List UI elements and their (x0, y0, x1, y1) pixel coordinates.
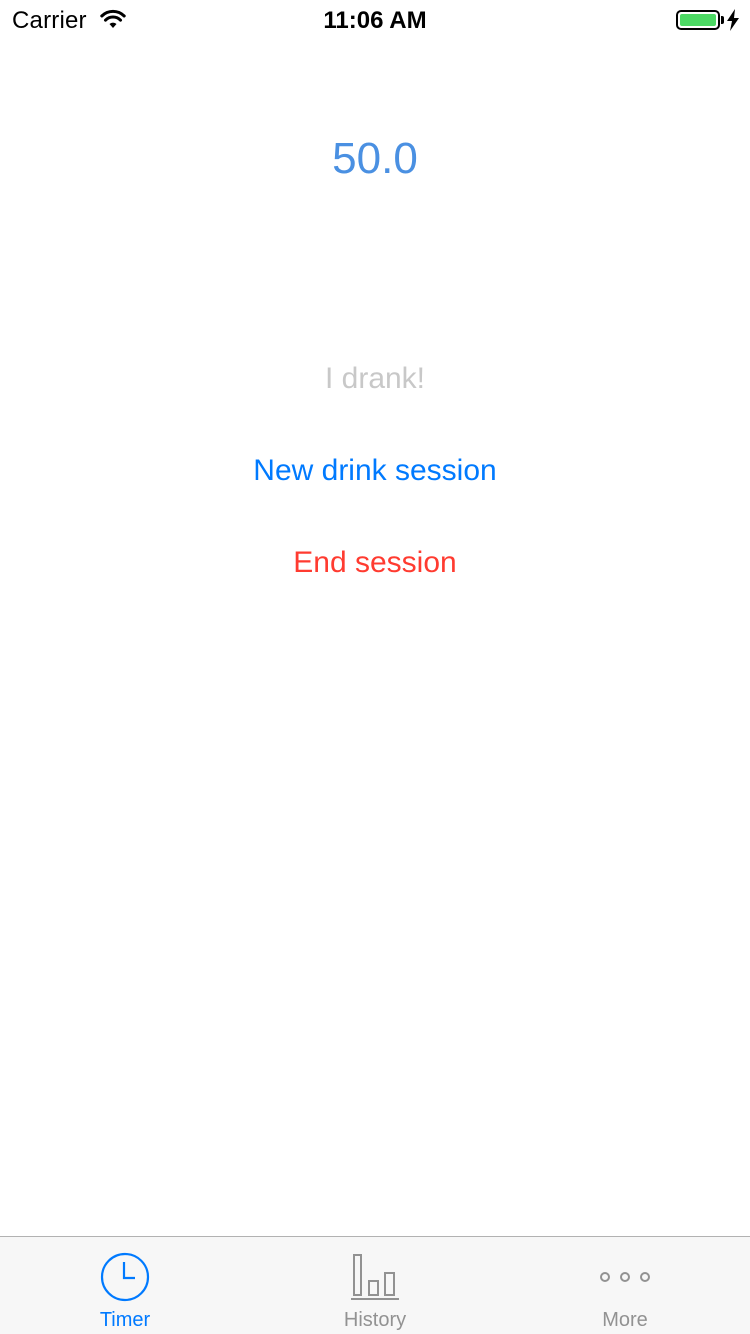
tab-bar: Timer History More (0, 1236, 750, 1334)
app-screen: Carrier 11:06 AM 50.0 I drank! New drink… (0, 0, 750, 1334)
battery-icon (676, 10, 720, 30)
status-time: 11:06 AM (323, 7, 427, 34)
tab-label-more: More (602, 1309, 648, 1331)
end-session-button[interactable]: End session (0, 546, 750, 580)
tab-label-history: History (343, 1309, 407, 1331)
clock-icon (100, 1252, 150, 1302)
tab-more[interactable]: More (500, 1237, 750, 1334)
status-bar: Carrier 11:06 AM (0, 0, 750, 40)
bar-chart-icon (351, 1254, 399, 1300)
charging-bolt-icon (727, 9, 739, 31)
battery-level (680, 14, 716, 26)
more-dots-icon (600, 1272, 650, 1282)
tab-label-timer: Timer (99, 1309, 151, 1331)
tab-timer[interactable]: Timer (0, 1237, 250, 1334)
new-drink-session-button[interactable]: New drink session (0, 454, 750, 488)
timer-display: 50.0 (332, 134, 418, 183)
battery-tip (721, 16, 724, 24)
tab-history[interactable]: History (250, 1237, 500, 1334)
i-drank-button[interactable]: I drank! (0, 362, 750, 396)
